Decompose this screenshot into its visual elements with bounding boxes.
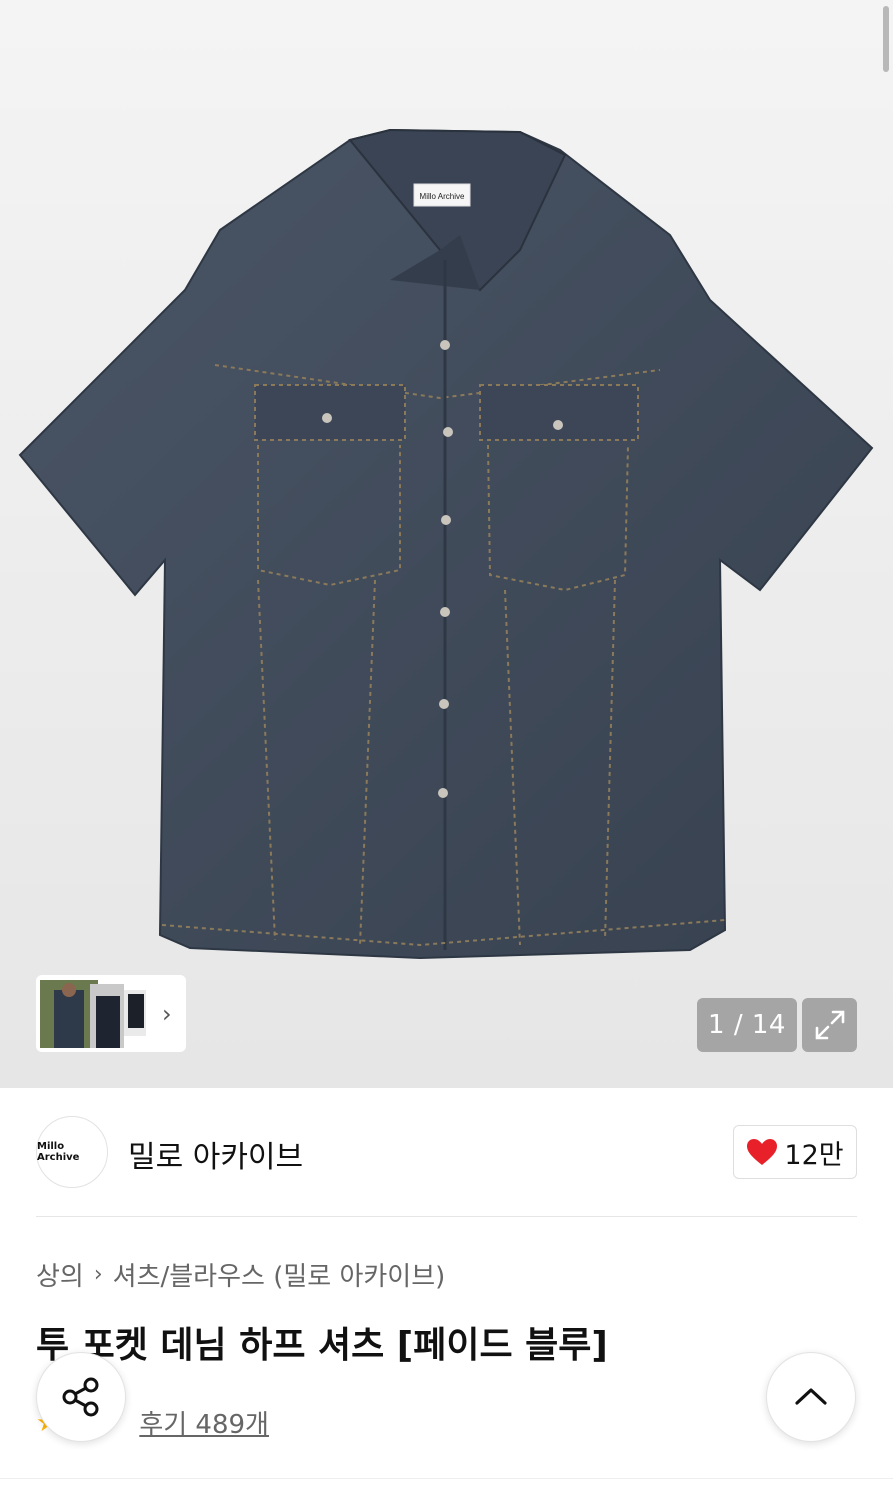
breadcrumb: 상의 › 셔츠/블라우스 (밀로 아카이브) (36, 1256, 445, 1293)
product-title: 투 포켓 데님 하프 셔츠 [페이드 블루] (36, 1325, 608, 1366)
brand-logo[interactable]: Millo Archive (36, 1116, 108, 1188)
like-button[interactable]: 12만 (733, 1125, 857, 1179)
chevron-right-icon: › (93, 1262, 103, 1287)
breadcrumb-category[interactable]: 상의 (36, 1256, 84, 1293)
review-link[interactable]: 후기 489개 (139, 1404, 269, 1441)
expand-icon (815, 1010, 844, 1040)
divider (36, 1216, 857, 1217)
breadcrumb-subcategory[interactable]: 셔츠/블라우스 (밀로 아카이브) (113, 1256, 446, 1293)
image-counter: 1 / 14 (697, 998, 797, 1052)
bottom-divider (0, 1478, 893, 1479)
heart-icon (747, 1139, 778, 1165)
product-image-gallery[interactable]: Millo Archive › 1 / 14 (0, 0, 893, 1088)
chevron-right-icon[interactable]: › (162, 1002, 172, 1026)
share-icon (62, 1377, 99, 1417)
share-button[interactable] (36, 1352, 126, 1442)
like-count: 12만 (784, 1139, 844, 1171)
thumbnail-strip[interactable]: › (36, 975, 186, 1052)
product-image: Millo Archive (18, 128, 874, 960)
product-page: Millo Archive › 1 / 14 Millo Archive 밀로 … (0, 0, 893, 1500)
scroll-top-button[interactable] (766, 1352, 856, 1442)
expand-button[interactable] (802, 998, 857, 1052)
chevron-up-icon (795, 1388, 827, 1405)
brand-name[interactable]: 밀로 아카이브 (128, 1132, 303, 1176)
brand-row: Millo Archive 밀로 아카이브 12만 (36, 1116, 857, 1188)
scrollbar-thumb[interactable] (883, 6, 889, 72)
shirt-label-text: Millo Archive (420, 192, 465, 201)
thumbnail-images[interactable] (40, 979, 148, 1048)
